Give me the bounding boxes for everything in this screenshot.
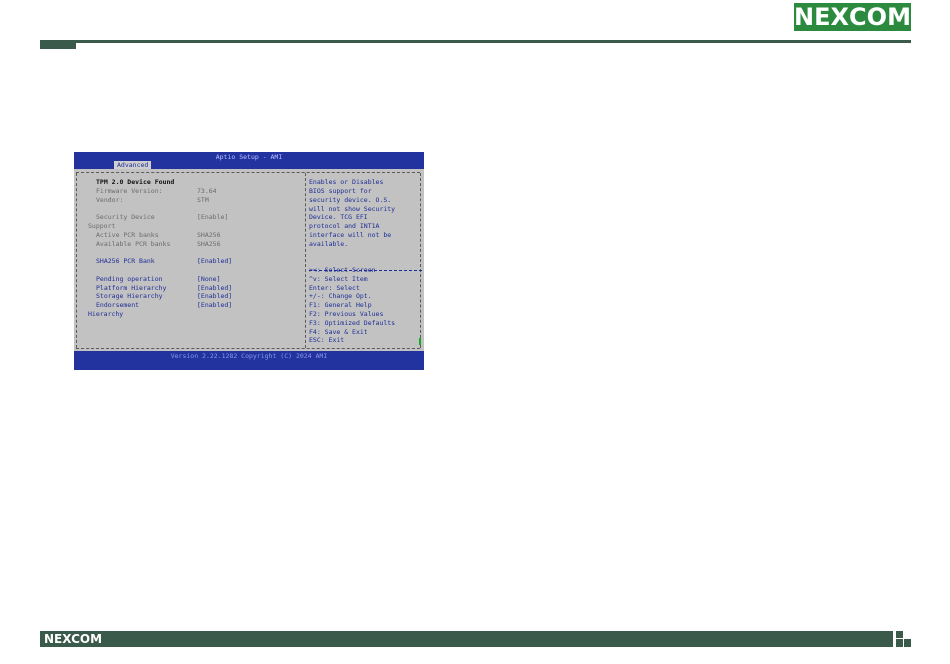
setting-endorsement-label[interactable]: Endorsement (96, 301, 139, 310)
setting-vendor-label: Vendor: (96, 196, 124, 204)
scroll-indicator (419, 338, 421, 345)
help-line: BIOS support for (309, 187, 372, 195)
setting-firmware-value: 73.64 (197, 187, 217, 195)
setting-vendor-value: STM (197, 196, 209, 204)
frame-divider (305, 173, 306, 348)
setting-available-pcr-value: SHA256 (197, 240, 221, 248)
bios-screenshot: Aptio Setup - AMI Advanced TPM 2.0 Devic… (74, 152, 424, 370)
setting-pending-value[interactable]: [None] (197, 275, 220, 284)
header-tab (40, 40, 76, 49)
header-rule (40, 40, 911, 43)
logo-text-x: X (830, 3, 850, 31)
frame-top (76, 172, 420, 173)
setting-pending-label[interactable]: Pending operation (96, 275, 163, 284)
setting-endorsement-value[interactable]: [Enabled] (197, 301, 232, 310)
setting-storage-label[interactable]: Storage Hierarchy (96, 292, 163, 301)
footer-bar (40, 631, 893, 647)
bios-tab-advanced[interactable]: Advanced (114, 161, 152, 169)
frame-left (76, 173, 77, 348)
setting-sha256-label[interactable]: SHA256 PCR Bank (96, 257, 155, 266)
setting-storage-value[interactable]: [Enabled] (197, 292, 232, 301)
key-hint: F3: Optimized Defaults (309, 319, 396, 327)
bios-footer: Version 2.22.1282 Copyright (C) 2024 AMI (170, 352, 328, 360)
help-line: Enables or Disables (309, 178, 384, 186)
key-hint: F2: Previous Values (309, 310, 384, 318)
setting-active-pcr-value: SHA256 (197, 231, 221, 239)
key-hint: ><: Select Screen (309, 266, 376, 274)
setting-security-device-label-cont: Support (88, 222, 116, 230)
help-line: protocol and INT1A (309, 222, 380, 230)
help-line: security device. O.S. (309, 196, 392, 204)
bios-title: Aptio Setup - AMI (215, 153, 283, 161)
logo-text-a: NE (794, 3, 831, 31)
frame-right (420, 173, 421, 348)
setting-sha256-value[interactable]: [Enabled] (197, 257, 232, 266)
setting-available-pcr-label: Available PCR banks (96, 240, 171, 248)
key-hint: ESC: Exit (309, 336, 345, 344)
bios-body: TPM 2.0 Device Found Firmware Version: 7… (74, 169, 424, 351)
frame-bottom (76, 348, 420, 349)
nexcom-logo: NEXCOM (794, 3, 911, 31)
setting-security-device-value[interactable]: [Enable] (197, 213, 228, 222)
setting-security-device-label[interactable]: Security Device (96, 213, 155, 222)
key-hint: +/-: Change Opt. (309, 292, 372, 300)
key-hint: ^v: Select Item (309, 275, 368, 283)
help-line: interface will not be (309, 231, 392, 239)
setting-endorsement-label-cont: Hierarchy (88, 310, 124, 318)
help-line: available. (309, 240, 349, 248)
setting-firmware-label: Firmware Version: (96, 187, 163, 195)
page-corner-icon (896, 631, 911, 647)
setting-tpm-found: TPM 2.0 Device Found (96, 178, 175, 186)
help-line: Device. TCG EFI (309, 213, 368, 221)
key-hint: F1: General Help (309, 301, 372, 309)
footer-logo: NEXCOM (44, 632, 103, 646)
logo-text-b: COM (849, 3, 911, 31)
setting-active-pcr-label: Active PCR banks (96, 231, 159, 239)
